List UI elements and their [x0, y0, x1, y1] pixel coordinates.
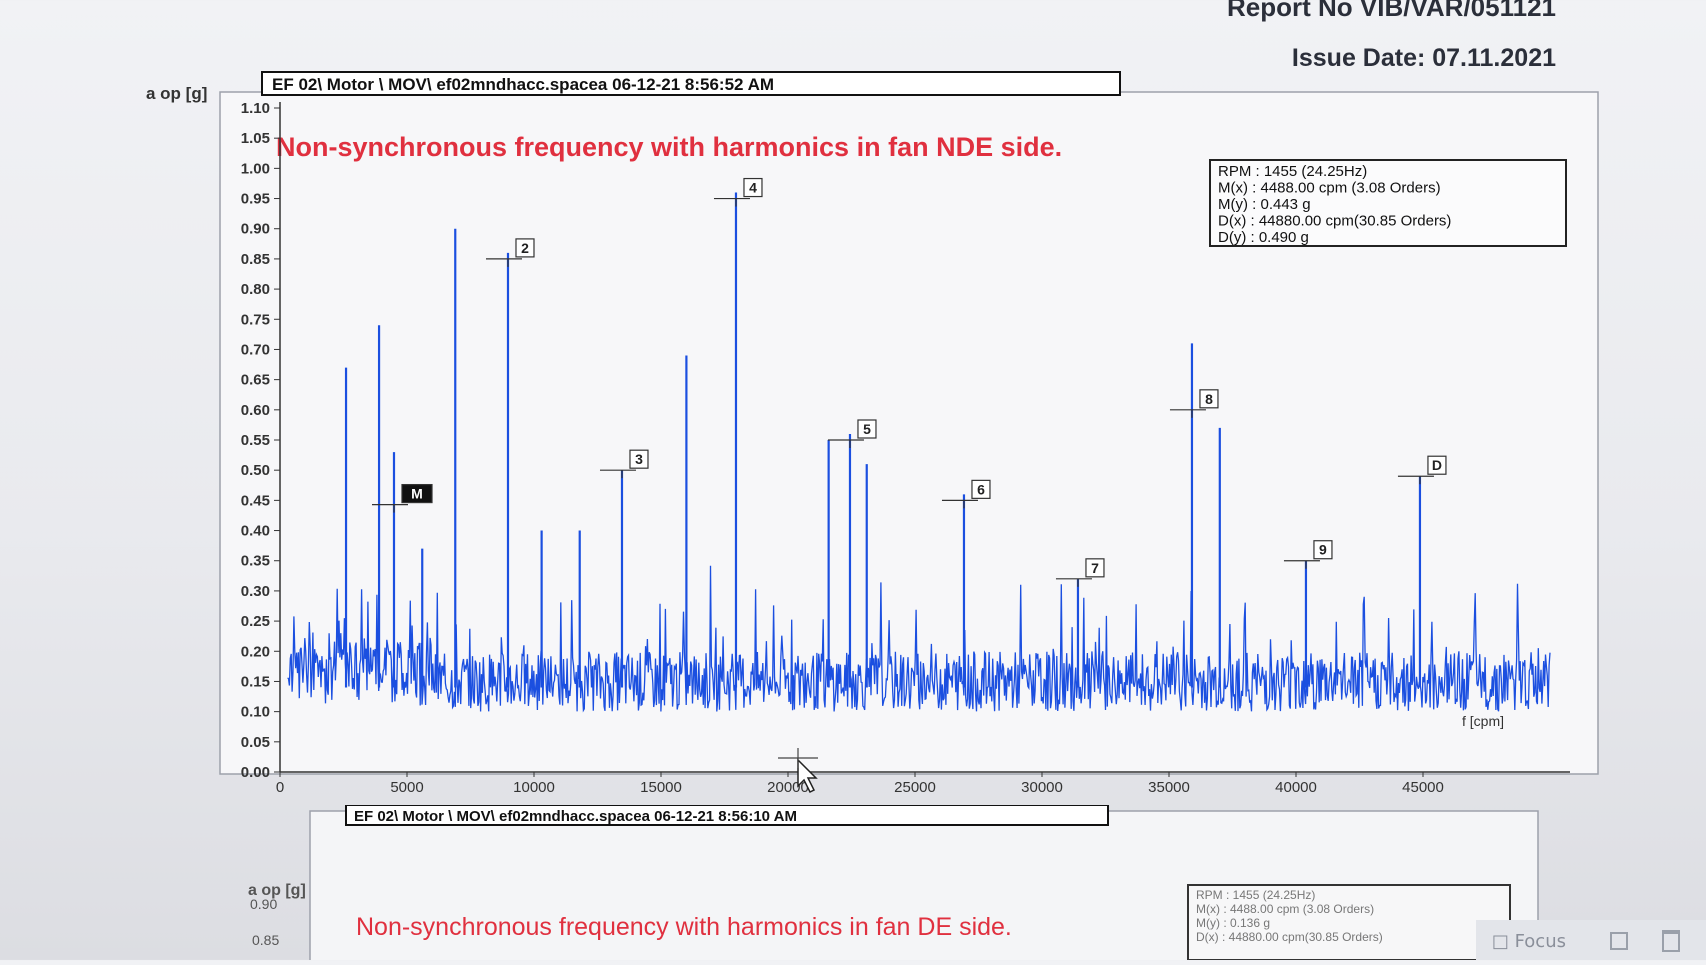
y-tick-label: 0.85: [241, 251, 270, 268]
y-axis-label: a op [g]: [146, 84, 207, 103]
y-tick-label: 0.05: [241, 734, 270, 751]
y-tick-label: 1.05: [241, 130, 270, 147]
y-tick-label: 0.20: [241, 643, 270, 660]
marker-label: 8: [1205, 391, 1213, 407]
y-tick-label: 0.50: [241, 462, 270, 479]
spectrum-chart-de: EF 02\ Motor \ MOV\ ef02mndhacc.spacea 0…: [248, 804, 1539, 965]
y-tick-label: 0.75: [241, 311, 270, 328]
marker-label: 5: [863, 421, 871, 437]
y-tick-label: 1.10: [241, 100, 270, 117]
info-line-de-0: RPM : 1455 (24.25Hz): [1196, 888, 1315, 902]
focus-label: Focus: [1514, 931, 1566, 952]
marker-label: 2: [521, 240, 529, 256]
marker-label: 7: [1091, 560, 1099, 576]
x-tick-label: 15000: [640, 779, 682, 796]
info-line-de-2: M(y) : 0.136 g: [1196, 916, 1270, 930]
y-tick-label: 0.35: [241, 553, 270, 570]
y-tick-label: 0.25: [241, 613, 270, 630]
x-tick-label: 45000: [1402, 779, 1444, 796]
x-tick-label: 35000: [1148, 779, 1190, 796]
x-tick-label: 25000: [894, 779, 936, 796]
info-line: M(y) : 0.443 g: [1218, 196, 1311, 213]
y-tick-label: 0.40: [241, 523, 270, 540]
y-tick-label: 1.00: [241, 160, 270, 177]
marker-label: D: [1432, 457, 1442, 473]
y-tick-label-de-1: 0.85: [252, 932, 279, 948]
x-tick-label: 40000: [1275, 779, 1317, 796]
focus-button[interactable]: □ Focus: [1492, 931, 1566, 952]
y-tick-label: 0.45: [241, 492, 270, 509]
marker-label: 6: [977, 481, 985, 497]
status-bar: □ Focus: [1476, 920, 1706, 960]
y-tick-label: 0.90: [241, 221, 270, 238]
spectrum-chart-nde: EF 02\ Motor \ MOV\ ef02mndhacc.spacea 0…: [146, 71, 1599, 796]
marker-label: M: [411, 486, 423, 502]
layout-icon[interactable]: [1610, 932, 1628, 950]
info-line: D(x) : 44880.00 cpm(30.85 Orders): [1218, 213, 1451, 230]
info-line-de-3: D(x) : 44880.00 cpm(30.85 Orders): [1196, 930, 1383, 944]
chart-title-de: Non-synchronous frequency with harmonics…: [356, 913, 1012, 941]
y-tick-label: 0.95: [241, 191, 270, 208]
marker-label: 4: [749, 180, 757, 196]
y-tick-label: 0.65: [241, 372, 270, 389]
x-tick-label: 30000: [1021, 779, 1063, 796]
y-tick-label: 0.30: [241, 583, 270, 600]
y-tick-label: 0.15: [241, 673, 270, 690]
second-chart-section: EF 02\ Motor \ MOV\ ef02mndhacc.spacea 0…: [0, 804, 1706, 965]
x-tick-label: 0: [276, 779, 284, 796]
x-tick-label: 5000: [390, 779, 423, 796]
x-axis-label: f [cpm]: [1462, 713, 1504, 729]
y-tick-label: 0.55: [241, 432, 270, 449]
page-icon[interactable]: [1662, 930, 1680, 952]
y-tick-label: 0.60: [241, 402, 270, 419]
info-line: M(x) : 4488.00 cpm (3.08 Orders): [1218, 180, 1441, 197]
y-tick-label-de-0: 0.90: [250, 896, 277, 912]
file-label-de: EF 02\ Motor \ MOV\ ef02mndhacc.spacea 0…: [354, 808, 797, 825]
marker-label: 3: [635, 451, 643, 467]
file-label: EF 02\ Motor \ MOV\ ef02mndhacc.spacea 0…: [272, 75, 774, 94]
info-line: RPM : 1455 (24.25Hz): [1218, 163, 1367, 180]
y-tick-label: 0.70: [241, 341, 270, 358]
x-tick-label: 10000: [513, 779, 555, 796]
info-line: D(y) : 0.490 g: [1218, 229, 1309, 246]
info-line-de-1: M(x) : 4488.00 cpm (3.08 Orders): [1196, 902, 1374, 916]
y-tick-label: 0.80: [241, 281, 270, 298]
y-tick-label: 0.00: [241, 764, 270, 781]
marker-label: 9: [1319, 542, 1327, 558]
chart-title: Non-synchronous frequency with harmonics…: [276, 132, 1062, 162]
y-tick-label: 0.10: [241, 704, 270, 721]
